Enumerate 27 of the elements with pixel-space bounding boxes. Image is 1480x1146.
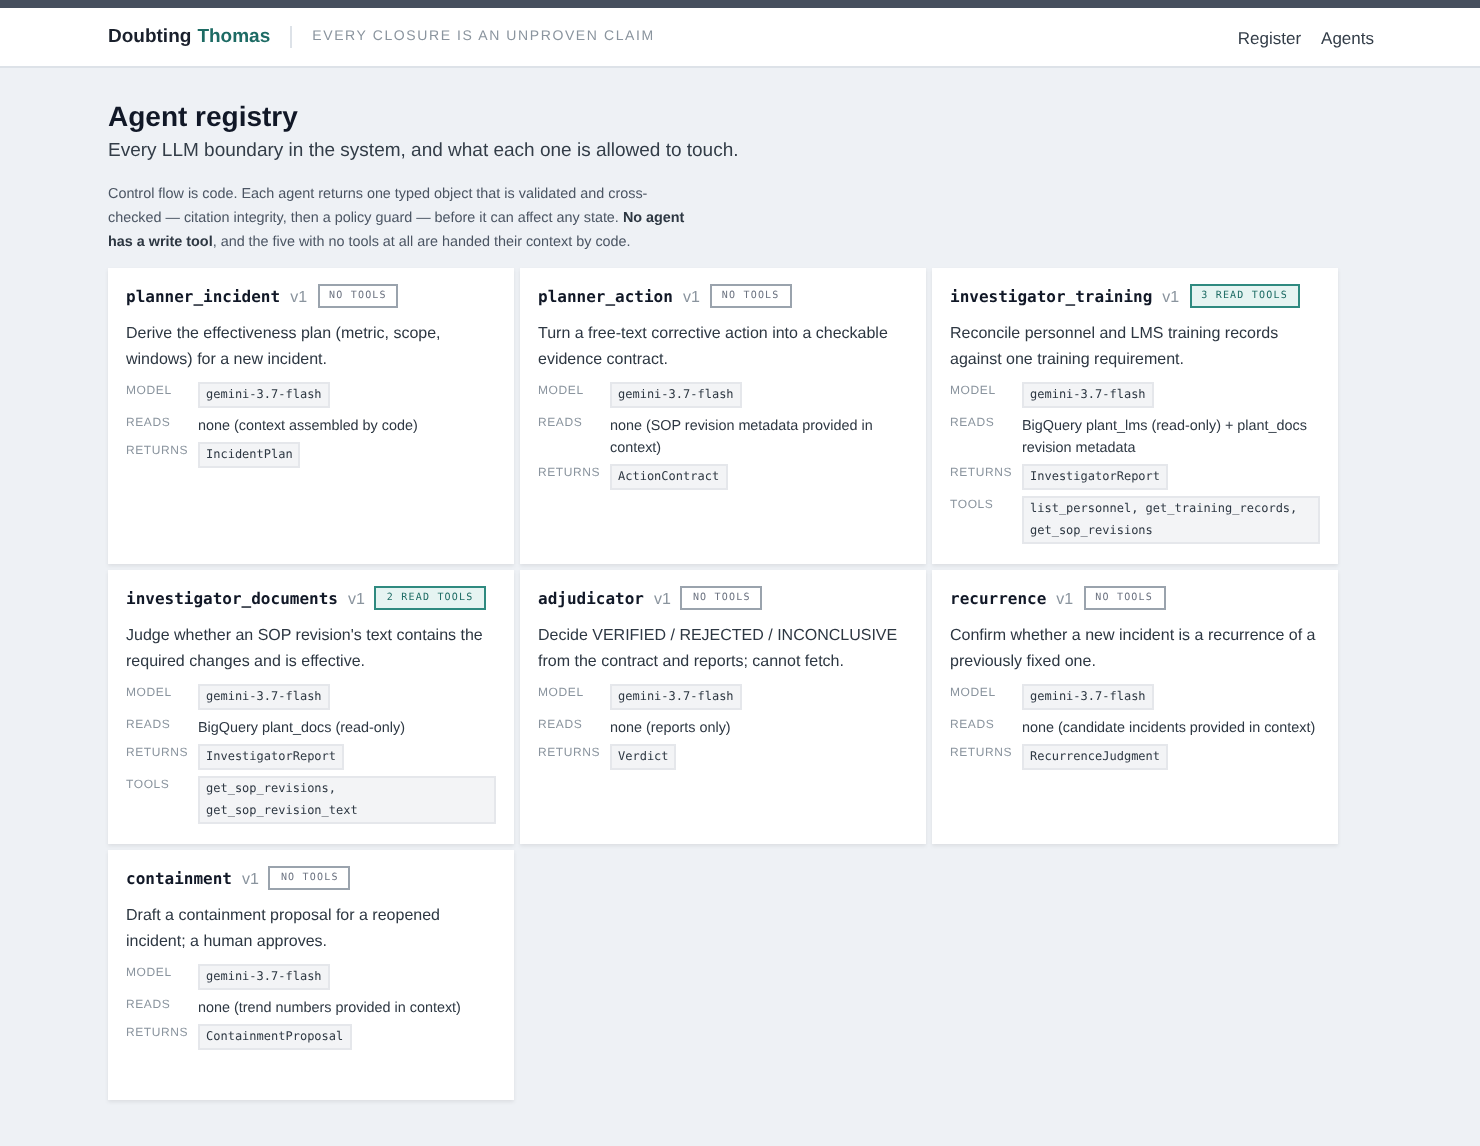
- agent-name: adjudicator: [538, 589, 644, 607]
- agent-description: Derive the effectiveness plan (metric, scope, windows) for a new incident.: [126, 322, 443, 372]
- agent-description: Decide VERIFIED / REJECTED / INCONCLUSIVE from the contract and reports; cannot fetch.: [538, 624, 900, 674]
- agent-description: Judge whether an SOP revision's text contains the required changes and is effective.: [126, 624, 485, 674]
- version-label: v1: [1162, 287, 1180, 305]
- version-label: v1: [347, 589, 365, 607]
- agent-description: Confirm whether a new incident is a recurrence of a previously fixed one.: [950, 624, 1318, 674]
- brand-name: Doubting: [108, 26, 192, 48]
- version-label: v1: [1056, 589, 1074, 607]
- nav-link[interactable]: Agents: [1321, 27, 1374, 47]
- agent-name: planner_incident: [126, 287, 281, 305]
- page-title: Agent registry: [108, 100, 300, 132]
- version-label: v1: [653, 589, 671, 607]
- agent-description: Draft a containment proposal for a reopened incident; a human approves.: [126, 904, 442, 954]
- version-label: v1: [682, 287, 700, 305]
- agent-name: planner_action: [538, 287, 673, 305]
- agent-name: investigator_documents: [126, 589, 338, 607]
- page-subtitle: Every LLM boundary in the system, and what each one is allowed to touch.: [108, 140, 741, 162]
- version-label: v1: [290, 287, 308, 305]
- agent-name: containment: [126, 869, 232, 887]
- agent-name: investigator_training: [950, 287, 1153, 305]
- brand-name: Thomas: [197, 26, 271, 48]
- agent-description: Reconcile personnel and LMS training records against one training requirement.: [950, 322, 1281, 372]
- agent-name: recurrence: [950, 589, 1047, 607]
- nav-link[interactable]: Register: [1237, 27, 1302, 47]
- agent-description: Turn a free-text corrective action into a checkable evidence contract.: [538, 322, 890, 372]
- version-label: v1: [241, 869, 259, 887]
